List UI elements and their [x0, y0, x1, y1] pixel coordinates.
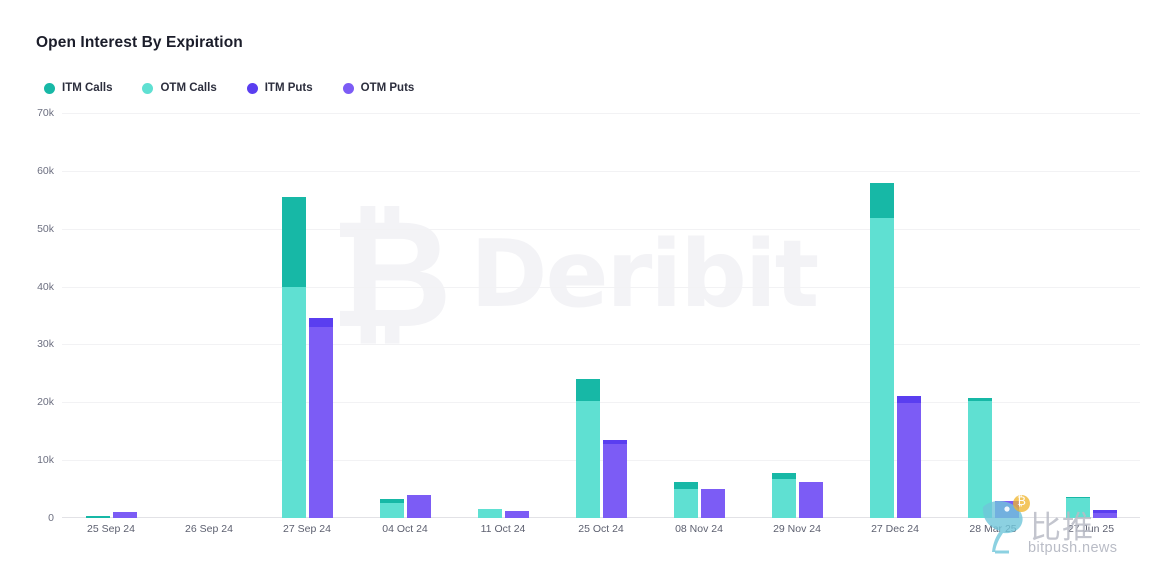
bar-segment-otm-puts: [504, 511, 529, 518]
bar-segment-otm-puts: [602, 443, 627, 518]
y-axis-tick-label: 20k: [37, 396, 54, 409]
bar-puts[interactable]: [406, 494, 431, 518]
bar-segment-itm-puts: [896, 395, 921, 404]
bar-segment-otm-calls: [379, 502, 404, 518]
bar-segment-otm-calls: [967, 401, 992, 518]
x-axis-tick-label: 25 Sep 24: [87, 523, 135, 535]
bar-calls[interactable]: [673, 482, 698, 518]
bar-calls[interactable]: [1065, 497, 1090, 518]
bar-calls[interactable]: [281, 196, 306, 518]
bar-segment-itm-calls: [575, 379, 600, 401]
bar-puts[interactable]: [798, 482, 823, 518]
bar-group[interactable]: [184, 113, 235, 518]
x-axis-tick-label: 04 Oct 24: [382, 523, 428, 535]
bar-segment-otm-puts: [896, 403, 921, 518]
y-axis-tick-label: 10k: [37, 454, 54, 467]
x-axis-tick-label: 27 Dec 24: [871, 523, 919, 535]
y-axis-tick-label: 0: [48, 512, 54, 524]
x-axis-tick-label: 26 Sep 24: [185, 523, 233, 535]
bar-puts[interactable]: [700, 489, 725, 518]
bar-segment-otm-puts: [308, 327, 333, 518]
bar-group[interactable]: [477, 113, 529, 518]
bar-segment-otm-calls: [771, 479, 796, 518]
plot-wrapper: ₿ Deribit 0 10k 20k 30k 40k 50k 60k 70k 25 Sep …: [0, 0, 1152, 576]
y-axis-tick-label: 60k: [37, 164, 54, 177]
y-axis-tick-label: 50k: [37, 222, 54, 235]
bar-segment-itm-calls: [281, 196, 306, 287]
bar-puts[interactable]: [994, 500, 1019, 518]
bar-puts[interactable]: [896, 395, 921, 518]
chart-screenshot: Open Interest By Expiration ITM Calls OTM…: [0, 0, 1152, 576]
bar-puts[interactable]: [308, 318, 333, 518]
bar-segment-otm-calls: [1065, 497, 1090, 518]
y-axis-tick-label: 70k: [37, 107, 54, 119]
bar-calls[interactable]: [379, 498, 404, 518]
bar-calls[interactable]: [85, 515, 110, 518]
bar-calls[interactable]: [869, 183, 894, 518]
bar-segment-otm-puts: [112, 512, 137, 518]
bar-group[interactable]: [967, 113, 1019, 518]
bar-group[interactable]: [673, 113, 725, 518]
bar-group[interactable]: [281, 113, 333, 518]
bar-group[interactable]: [1065, 113, 1117, 518]
bar-group[interactable]: [575, 113, 627, 518]
bar-segment-otm-calls: [673, 488, 698, 518]
bar-segment-otm-puts: [798, 482, 823, 518]
y-axis-tick-label: 30k: [37, 338, 54, 351]
bar-calls[interactable]: [477, 509, 502, 518]
bar-puts[interactable]: [504, 511, 529, 518]
bar-puts[interactable]: [602, 439, 627, 518]
bar-calls[interactable]: [967, 398, 992, 518]
y-axis-tick-label: 40k: [37, 280, 54, 293]
bar-group[interactable]: [869, 113, 921, 518]
bar-group[interactable]: [379, 113, 431, 518]
bar-groups: [62, 113, 1140, 518]
x-axis-tick-label: 29 Nov 24: [773, 523, 821, 535]
bar-segment-otm-puts: [1092, 512, 1117, 518]
bar-segment-itm-calls: [85, 515, 110, 518]
x-axis-tick-label: 11 Oct 24: [480, 523, 526, 535]
bar-segment-otm-puts: [994, 500, 1019, 518]
x-axis-tick-label: 25 Oct 24: [578, 523, 624, 535]
bar-segment-otm-calls: [281, 286, 306, 518]
bar-calls[interactable]: [771, 473, 796, 518]
bar-group[interactable]: [85, 113, 137, 518]
bar-segment-otm-calls: [575, 400, 600, 518]
bar-segment-otm-calls: [477, 509, 502, 518]
bar-segment-itm-calls: [869, 183, 894, 219]
bar-calls[interactable]: [575, 379, 600, 518]
x-axis-tick-label: 28 Mar 25: [969, 523, 1017, 535]
x-axis-tick-label: 27 Sep 24: [283, 523, 331, 535]
bar-segment-itm-puts: [308, 318, 333, 328]
bar-segment-otm-calls: [869, 218, 894, 518]
x-axis-tick-label: 27 Jun 25: [1067, 523, 1115, 535]
bar-puts[interactable]: [112, 512, 137, 518]
bar-segment-otm-puts: [406, 494, 431, 518]
bar-puts[interactable]: [1092, 510, 1117, 518]
bar-segment-otm-puts: [700, 489, 725, 518]
bar-group[interactable]: [771, 113, 823, 518]
x-axis-tick-label: 08 Nov 24: [675, 523, 723, 535]
